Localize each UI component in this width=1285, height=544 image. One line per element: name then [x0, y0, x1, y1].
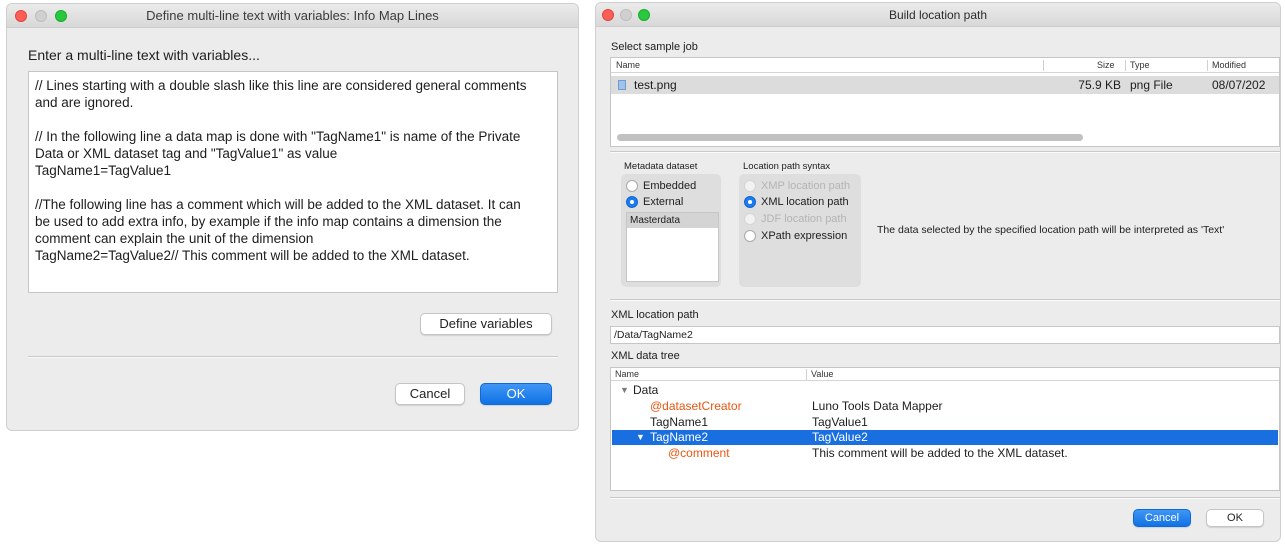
embedded-radio-label: Embedded — [643, 180, 697, 192]
column-divider — [1043, 60, 1044, 71]
file-icon — [618, 80, 626, 90]
title-bar: Define multi-line text with variables: I… — [7, 4, 578, 28]
column-divider — [1207, 60, 1208, 71]
xml-location-label: XML location path — [761, 196, 849, 208]
xmp-location-radio[interactable] — [744, 180, 756, 192]
column-header-name[interactable]: Name — [616, 60, 640, 70]
external-radio[interactable] — [626, 196, 638, 208]
jdf-location-radio[interactable] — [744, 213, 756, 225]
tree-row-comment[interactable]: @comment This comment will be added to t… — [612, 446, 1278, 461]
text-line: Data or XML dataset tag and "TagValue1" … — [35, 146, 338, 161]
define-variables-button[interactable]: Define variables — [420, 313, 552, 335]
separator — [28, 356, 558, 358]
location-syntax-label: Location path syntax — [743, 161, 831, 172]
tree-node-name: TagName1 — [650, 415, 709, 429]
cancel-button[interactable]: Cancel — [1133, 509, 1191, 527]
tree-column-name[interactable]: Name — [615, 369, 639, 379]
tree-row-datasetcreator[interactable]: @datasetCreator Luno Tools Data Mapper — [612, 399, 1278, 414]
text-line: //The following line has a comment which… — [35, 197, 521, 212]
column-divider — [806, 369, 807, 380]
tree-column-value[interactable]: Value — [811, 369, 833, 379]
tree-node-name: @datasetCreator — [650, 399, 742, 413]
define-text-dialog: Define multi-line text with variables: I… — [6, 3, 579, 431]
embedded-radio[interactable] — [626, 180, 638, 192]
text-line: be used to add extra info, by example if… — [35, 214, 502, 229]
file-table: Name Size Type Modified test.png 75.9 KB… — [610, 57, 1280, 147]
text-line: // Lines starting with a double slash li… — [35, 78, 527, 93]
xml-path-input[interactable]: /Data/TagName2 — [610, 326, 1280, 344]
external-radio-label: External — [643, 196, 684, 208]
text-line: comment can explain the unit of the dime… — [35, 231, 314, 246]
dataset-list[interactable]: Masterdata — [626, 212, 719, 282]
column-header-size[interactable]: Size — [1097, 60, 1115, 70]
tree-label: XML data tree — [611, 350, 680, 362]
horizontal-scrollbar[interactable] — [617, 134, 1083, 141]
tree-node-name: @comment — [668, 446, 730, 460]
window-title: Build location path — [888, 8, 988, 22]
file-size: 75.9 KB — [1078, 78, 1121, 92]
xml-location-radio[interactable] — [744, 196, 756, 208]
column-header-modified[interactable]: Modified — [1212, 60, 1246, 70]
column-divider — [1125, 60, 1126, 71]
prompt-label: Enter a multi-line text with variables..… — [28, 47, 260, 63]
separator — [610, 299, 1280, 301]
ok-button[interactable]: OK — [480, 383, 552, 405]
tree-node-name: TagName2 — [650, 430, 709, 444]
tree-node-value: TagValue2 — [812, 430, 868, 444]
tree-node-name: Data — [633, 383, 659, 397]
dataset-list-item[interactable]: Masterdata — [627, 213, 718, 228]
tree-row-tagname2[interactable]: ▼ TagName2 TagValue2 — [612, 430, 1278, 445]
tree-node-value: Luno Tools Data Mapper — [812, 399, 943, 413]
xmp-location-label: XMP location path — [761, 180, 851, 192]
tree-header: Name Value — [611, 368, 1279, 381]
text-line: TagName1=TagValue1 — [35, 163, 171, 178]
title-bar: Build location path — [596, 3, 1280, 27]
file-name: test.png — [634, 78, 677, 92]
multiline-text-area[interactable]: // Lines starting with a double slash li… — [28, 71, 558, 293]
xml-data-tree: Name Value ▼ Data @datasetCreator Luno T… — [610, 367, 1280, 491]
separator — [610, 151, 1280, 153]
file-row[interactable]: test.png 75.9 KB png File 08/07/202 — [611, 76, 1279, 94]
metadata-dataset-label: Metadata dataset — [624, 161, 698, 172]
file-table-header: Name Size Type Modified — [611, 58, 1279, 73]
tree-node-value: This comment will be added to the XML da… — [812, 446, 1068, 460]
xpath-expression-radio[interactable] — [744, 230, 756, 242]
ok-button[interactable]: OK — [1206, 509, 1264, 527]
jdf-location-label: JDF location path — [761, 213, 847, 225]
separator — [610, 497, 1280, 499]
disclosure-triangle-icon[interactable]: ▼ — [620, 383, 629, 398]
sample-job-label: Select sample job — [611, 41, 698, 53]
build-location-path-dialog: Build location path Select sample job Na… — [595, 2, 1281, 542]
cancel-button[interactable]: Cancel — [395, 383, 465, 405]
xpath-expression-label: XPath expression — [761, 230, 848, 242]
column-header-type[interactable]: Type — [1130, 60, 1150, 70]
text-line — [35, 179, 551, 196]
xml-path-label: XML location path — [611, 309, 699, 321]
file-type: png File — [1130, 78, 1173, 92]
disclosure-triangle-icon[interactable]: ▼ — [636, 430, 645, 445]
tree-row-data[interactable]: ▼ Data — [612, 383, 1278, 398]
text-line: and are ignored. — [35, 95, 134, 110]
text-line: // In the following line a data map is d… — [35, 129, 521, 144]
window-title: Define multi-line text with variables: I… — [146, 8, 439, 23]
tree-row-tagname1[interactable]: TagName1 TagValue1 — [612, 415, 1278, 430]
interpret-note: The data selected by the specified locat… — [877, 224, 1225, 236]
file-modified: 08/07/202 — [1212, 78, 1266, 92]
text-line — [35, 111, 551, 128]
text-line: TagName2=TagValue2// This comment will b… — [35, 248, 470, 263]
tree-node-value: TagValue1 — [812, 415, 868, 429]
